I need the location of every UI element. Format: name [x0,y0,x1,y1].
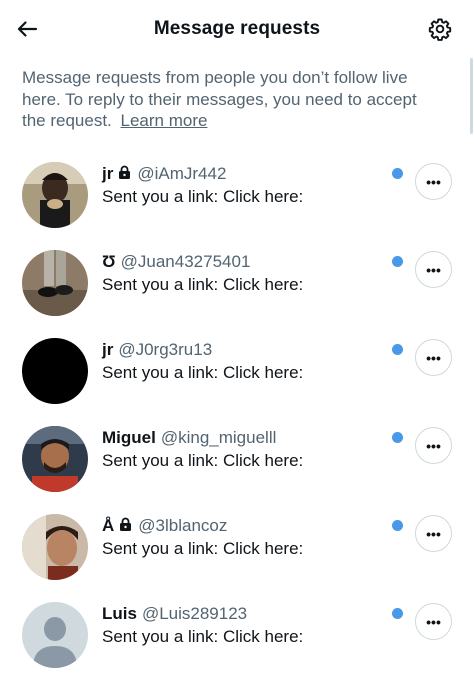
display-name: Å [102,516,115,535]
header: Message requests [0,0,474,62]
learn-more-link[interactable]: Learn more [121,111,208,130]
message-preview: Sent you a link: Click here: [102,275,304,294]
more-options-button[interactable]: ••• [415,339,452,376]
avatar [22,426,88,492]
message-preview: Sent you a link: Click here: [102,187,304,206]
more-options-button[interactable]: ••• [415,427,452,464]
scrollbar[interactable] [470,58,473,134]
page-title: Message requests [153,18,321,39]
unread-dot [392,168,403,179]
settings-button[interactable] [426,15,454,43]
name-line: jr @iAmJr442 [102,164,226,184]
list-item[interactable]: jr @J0rg3ru13 Sent you a link: Click her… [0,326,474,414]
unread-dot [392,344,403,355]
user-handle: @Luis289123 [141,604,248,623]
list-item[interactable]: Å @3lblancoz Sent you a link: Click here… [0,502,474,590]
display-name: jr [102,164,114,183]
unread-dot [392,432,403,443]
more-options-button[interactable]: ••• [415,251,452,288]
name-line: Miguel @king_miguelll [102,428,276,448]
avatar [22,514,88,580]
name-line: Luis @Luis289123 [102,604,247,624]
unread-dot [392,256,403,267]
avatar [22,162,88,228]
display-name: Miguel [102,428,156,447]
user-handle: @3lblancoz [138,516,228,535]
lock-icon [119,516,132,536]
avatar [22,250,88,316]
user-handle: @king_miguelll [160,428,277,447]
display-name: Ʊ [102,252,116,271]
user-handle: @iAmJr442 [137,164,227,183]
more-options-button[interactable]: ••• [415,163,452,200]
unread-dot [392,608,403,619]
more-options-button[interactable]: ••• [415,603,452,640]
message-preview: Sent you a link: Click here: [102,451,304,470]
list-item[interactable]: jr @iAmJr442 Sent you a link: Click here… [0,150,474,238]
display-name: jr [102,340,114,359]
name-line: Ʊ @Juan43275401 [102,252,250,272]
list-item[interactable]: Ʊ @Juan43275401 Sent you a link: Click h… [0,238,474,326]
avatar [22,602,88,668]
name-line: Å @3lblancoz [102,516,227,536]
lock-icon [118,164,131,184]
more-options-button[interactable]: ••• [415,515,452,552]
avatar [22,338,88,404]
display-name: Luis [102,604,137,623]
user-handle: @J0rg3ru13 [118,340,213,359]
list-item[interactable]: Luis @Luis289123 Sent you a link: Click … [0,590,474,678]
gear-icon [428,18,452,41]
user-handle: @Juan43275401 [120,252,251,271]
request-list: jr @iAmJr442 Sent you a link: Click here… [0,150,474,678]
message-preview: Sent you a link: Click here: [102,627,304,646]
intro-text: Message requests from people you don’t f… [22,67,442,132]
intro-description: Message requests from people you don’t f… [22,68,417,130]
message-preview: Sent you a link: Click here: [102,363,304,382]
unread-dot [392,520,403,531]
name-line: jr @J0rg3ru13 [102,340,212,360]
list-item[interactable]: Miguel @king_miguelll Sent you a link: C… [0,414,474,502]
message-preview: Sent you a link: Click here: [102,539,304,558]
